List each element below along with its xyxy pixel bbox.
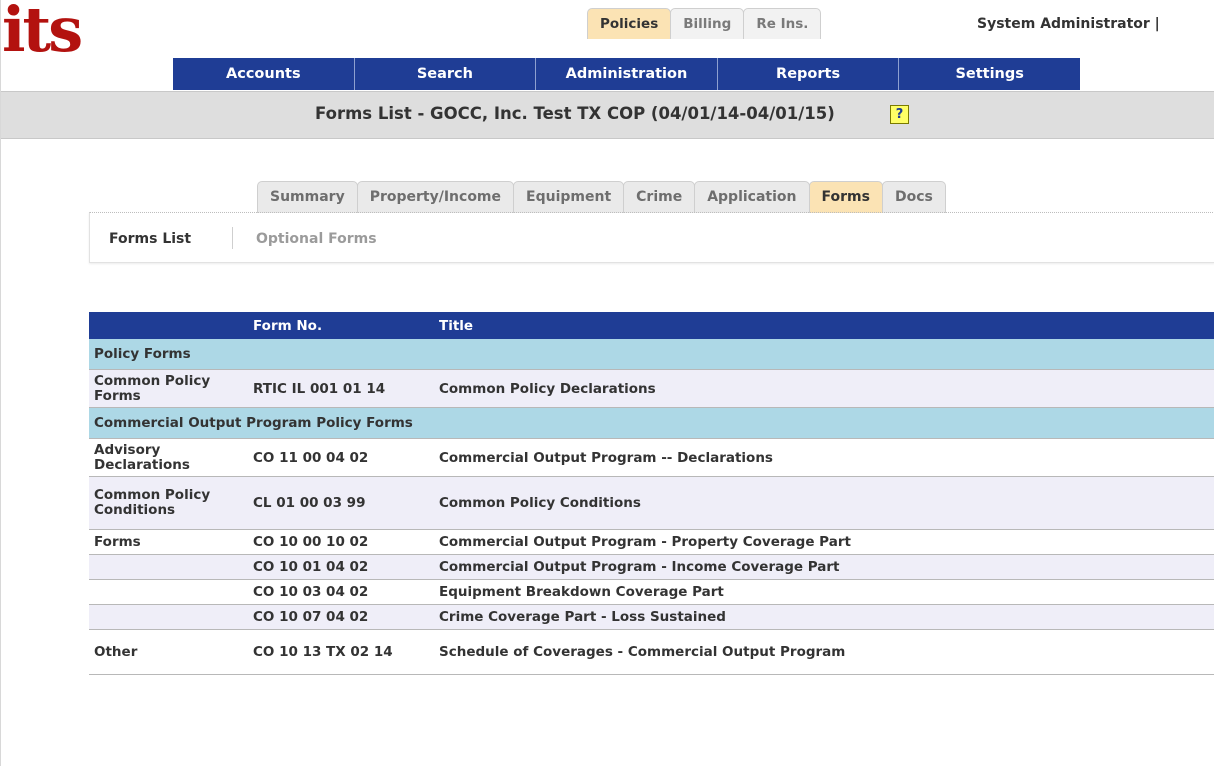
tab-policies[interactable]: Policies (587, 8, 672, 39)
form-title: Common Policy Declarations (434, 369, 1214, 408)
form-title: Commercial Output Program -- Declaration… (434, 438, 1214, 477)
form-number: CO 10 01 04 02 (248, 554, 434, 580)
tab-application[interactable]: Application (694, 181, 810, 213)
table-header-row: Form No. Title (89, 312, 1214, 339)
form-category: Common Policy Forms (89, 369, 248, 408)
form-title: Common Policy Conditions (434, 476, 1214, 530)
header-title: Title (434, 312, 1214, 339)
header-form-no: Form No. (248, 312, 434, 339)
tab-docs[interactable]: Docs (881, 181, 946, 213)
tab-property-income[interactable]: Property/Income (356, 181, 515, 213)
page-title: Forms List - GOCC, Inc. Test TX COP (04/… (315, 104, 835, 123)
tab-crime[interactable]: Crime (623, 181, 696, 213)
form-number: CO 10 13 TX 02 14 (248, 629, 434, 675)
section-label: Commercial Output Program Policy Forms (89, 407, 1214, 439)
form-number: CO 10 03 04 02 (248, 579, 434, 605)
form-category (89, 604, 248, 630)
nav-reports[interactable]: Reports (718, 58, 900, 90)
table-row[interactable]: Advisory Declarations CO 11 00 04 02 Com… (89, 438, 1214, 477)
title-bar: Forms List - GOCC, Inc. Test TX COP (04/… (1, 91, 1214, 139)
section-label: Policy Forms (89, 339, 1214, 370)
subnav-divider (232, 227, 233, 249)
form-category (89, 554, 248, 580)
tab-billing[interactable]: Billing (670, 8, 745, 39)
nav-settings[interactable]: Settings (899, 58, 1080, 90)
tab-re-ins[interactable]: Re Ins. (743, 8, 822, 39)
subnav-optional-forms[interactable]: Optional Forms (256, 231, 377, 247)
form-number: CO 10 00 10 02 (248, 529, 434, 555)
tab-summary[interactable]: Summary (257, 181, 358, 213)
form-category: Advisory Declarations (89, 438, 248, 477)
table-row[interactable]: Forms CO 10 00 10 02 Commercial Output P… (89, 529, 1214, 555)
header-category (89, 312, 248, 339)
form-number: CO 11 00 04 02 (248, 438, 434, 477)
form-category: Forms (89, 529, 248, 555)
user-menu[interactable]: System Administrator | (977, 16, 1160, 32)
subnav-forms-list[interactable]: Forms List (109, 231, 191, 247)
form-title: Equipment Breakdown Coverage Part (434, 579, 1214, 605)
forms-table: Form No. Title Policy Forms Common Polic… (89, 312, 1214, 675)
section-row: Policy Forms (89, 339, 1214, 370)
nav-administration[interactable]: Administration (536, 58, 718, 90)
form-category: Common Policy Conditions (89, 476, 248, 530)
form-title: Commercial Output Program - Property Cov… (434, 529, 1214, 555)
form-category (89, 579, 248, 605)
form-number: CL 01 00 03 99 (248, 476, 434, 530)
table-row[interactable]: CO 10 03 04 02 Equipment Breakdown Cover… (89, 579, 1214, 605)
tab-equipment[interactable]: Equipment (513, 181, 625, 213)
its-logo: its (2, 2, 83, 66)
main-nav: Accounts Search Administration Reports S… (173, 58, 1080, 90)
form-title: Crime Coverage Part - Loss Sustained (434, 604, 1214, 630)
system-tabs: Policies Billing Re Ins. (587, 8, 822, 42)
form-title: Schedule of Coverages - Commercial Outpu… (434, 629, 1214, 675)
table-row[interactable]: CO 10 07 04 02 Crime Coverage Part - Los… (89, 604, 1214, 630)
nav-search[interactable]: Search (355, 58, 537, 90)
form-title: Commercial Output Program - Income Cover… (434, 554, 1214, 580)
nav-accounts[interactable]: Accounts (173, 58, 355, 90)
form-category: Other (89, 629, 248, 675)
tab-forms[interactable]: Forms (808, 181, 883, 213)
forms-subnav: Forms List Optional Forms (89, 212, 1214, 263)
form-number: RTIC IL 001 01 14 (248, 369, 434, 408)
form-number: CO 10 07 04 02 (248, 604, 434, 630)
policy-tabs: Summary Property/Income Equipment Crime … (257, 181, 946, 213)
table-row[interactable]: Common Policy Forms RTIC IL 001 01 14 Co… (89, 369, 1214, 408)
table-row[interactable]: Common Policy Conditions CL 01 00 03 99 … (89, 476, 1214, 530)
section-row: Commercial Output Program Policy Forms (89, 407, 1214, 439)
help-icon[interactable]: ? (890, 105, 909, 124)
table-row[interactable]: CO 10 01 04 02 Commercial Output Program… (89, 554, 1214, 580)
table-row[interactable]: Other CO 10 13 TX 02 14 Schedule of Cove… (89, 629, 1214, 675)
